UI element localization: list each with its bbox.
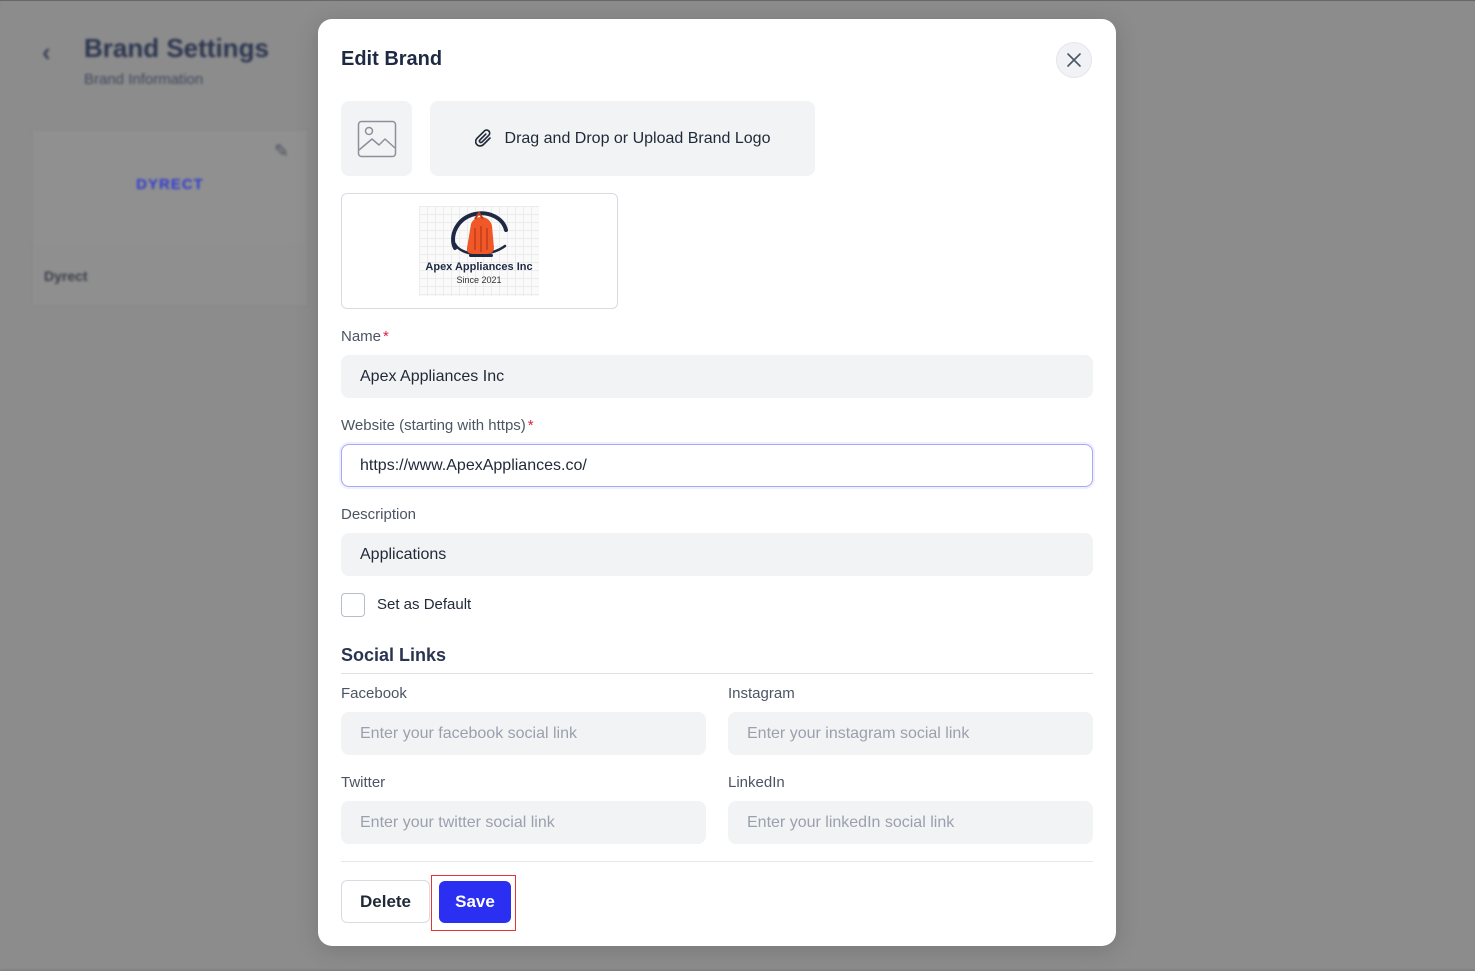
logo-upload-dropzone[interactable]: Drag and Drop or Upload Brand Logo — [430, 101, 815, 176]
instagram-label: Instagram — [728, 685, 795, 702]
social-links-heading: Social Links — [341, 645, 447, 665]
brand-card-name: Dyrect — [44, 268, 88, 284]
pencil-icon[interactable]: ✎ — [274, 141, 289, 162]
page-subtitle: Brand Information — [84, 71, 204, 88]
twitter-input[interactable] — [341, 801, 706, 844]
website-input[interactable] — [341, 444, 1093, 487]
brand-logo-preview: Apex Appliances Inc Since 2021 — [419, 206, 539, 296]
set-default-checkbox[interactable] — [341, 593, 365, 617]
page-title: Brand Settings — [84, 33, 269, 63]
required-mark: * — [383, 328, 389, 345]
website-label-text: Website (starting with https) — [341, 417, 526, 434]
image-icon — [357, 120, 396, 157]
brand-card-logo-area: DYRECT — [32, 130, 308, 243]
name-input[interactable] — [341, 355, 1093, 398]
facebook-label: Facebook — [341, 685, 407, 702]
paperclip-icon — [474, 128, 491, 147]
modal-title: Edit Brand — [341, 48, 443, 70]
social-links-divider — [341, 673, 1093, 674]
close-icon — [1067, 53, 1081, 67]
brand-logo-graphic — [451, 211, 508, 257]
brand-card[interactable]: DYRECT Dyrect — [31, 129, 309, 307]
upload-label: Drag and Drop or Upload Brand Logo — [504, 129, 771, 147]
preview-brand-text: Apex Appliances Inc — [425, 261, 533, 273]
preview-since-text: Since 2021 — [456, 275, 502, 285]
name-label: Name * — [341, 328, 389, 345]
required-mark: * — [527, 417, 534, 434]
back-chevron-icon[interactable]: ‹ — [42, 37, 51, 68]
linkedin-label: LinkedIn — [728, 774, 785, 791]
instagram-input[interactable] — [728, 712, 1093, 755]
twitter-label: Twitter — [341, 774, 386, 791]
save-button[interactable]: Save — [439, 881, 511, 923]
close-button[interactable] — [1056, 42, 1092, 78]
description-input[interactable] — [341, 533, 1093, 576]
description-label: Description — [341, 506, 417, 523]
logo-preview-box: Apex Appliances Inc Since 2021 — [341, 193, 618, 309]
website-label: Website (starting with https) * — [341, 417, 534, 434]
brand-card-logo: DYRECT — [136, 176, 204, 193]
logo-thumbnail — [341, 101, 412, 176]
facebook-input[interactable] — [341, 712, 706, 755]
linkedin-input[interactable] — [728, 801, 1093, 844]
name-label-text: Name — [341, 328, 382, 345]
footer-divider — [341, 861, 1093, 862]
set-default-label[interactable]: Set as Default — [377, 596, 471, 613]
delete-button[interactable]: Delete — [341, 880, 430, 923]
edit-brand-modal: Edit Brand Drag and Drop or Upload Brand… — [318, 19, 1116, 946]
